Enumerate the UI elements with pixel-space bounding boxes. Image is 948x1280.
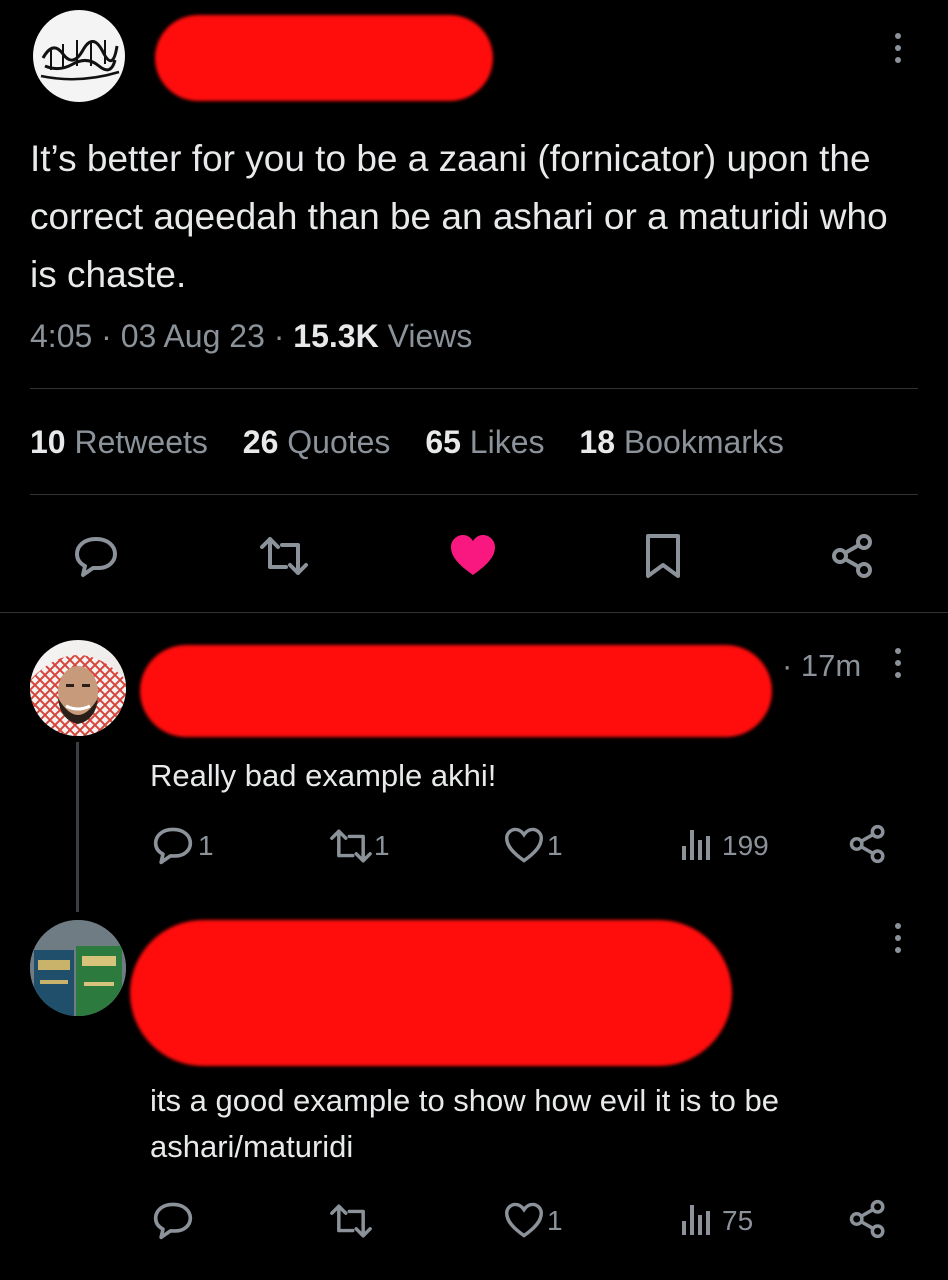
reply2-views-count: 75 bbox=[722, 1205, 754, 1236]
share-icon[interactable] bbox=[830, 533, 876, 579]
reply1-views-count: 199 bbox=[722, 830, 769, 861]
reply1-like-icon[interactable] bbox=[503, 826, 545, 864]
reply2-share-icon[interactable] bbox=[848, 1199, 888, 1239]
redacted-reply2-author bbox=[130, 920, 732, 1066]
tweet-time[interactable]: 4:05 bbox=[30, 318, 92, 354]
stat-retweets[interactable]: 10 Retweets bbox=[30, 424, 208, 460]
reply1-reply-icon[interactable] bbox=[152, 824, 194, 866]
tweet-date[interactable]: 03 Aug 23 bbox=[121, 318, 265, 354]
tweet-meta: 4:05 · 03 Aug 23 · 15.3K Views bbox=[30, 318, 473, 354]
reply2-views-icon[interactable] bbox=[680, 1201, 712, 1237]
reply1-views-icon[interactable] bbox=[680, 826, 712, 862]
author-avatar[interactable] bbox=[33, 10, 125, 102]
reply1-reply-count: 1 bbox=[198, 830, 214, 861]
divider-top bbox=[30, 388, 918, 389]
views-count: 15.3K bbox=[293, 318, 379, 354]
reply1-avatar[interactable] bbox=[30, 640, 126, 736]
engagement-stats: 10 Retweets 26 Quotes 65 Likes 18 Bookma… bbox=[30, 424, 810, 461]
reply1-text: Really bad example akhi! bbox=[150, 758, 497, 793]
reply-icon[interactable] bbox=[73, 533, 119, 579]
bookmark-icon[interactable] bbox=[645, 533, 681, 579]
reply2-reply-icon[interactable] bbox=[152, 1199, 194, 1241]
thread-connector-line bbox=[76, 742, 79, 912]
more-options-icon[interactable] bbox=[890, 30, 906, 66]
reply1-retweet-icon[interactable] bbox=[326, 826, 376, 866]
retweet-icon[interactable] bbox=[256, 533, 312, 579]
reply1-like-count: 1 bbox=[547, 830, 563, 861]
reply2-text: its a good example to show how evil it i… bbox=[150, 1083, 779, 1164]
reply2-retweet-icon[interactable] bbox=[326, 1201, 376, 1241]
reply1-share-icon[interactable] bbox=[848, 824, 888, 864]
shahada-logo-icon bbox=[40, 40, 120, 81]
reply1-more-options-icon[interactable] bbox=[890, 645, 906, 681]
views-label: Views bbox=[387, 318, 473, 354]
divider-actions bbox=[0, 612, 948, 613]
like-icon-filled[interactable] bbox=[449, 533, 497, 577]
reply1-time[interactable]: · 17m bbox=[782, 648, 861, 684]
redacted-reply1-author bbox=[140, 645, 772, 737]
reply2-more-options-icon[interactable] bbox=[890, 920, 906, 956]
stat-quotes[interactable]: 26 Quotes bbox=[243, 424, 391, 460]
reply2-like-icon[interactable] bbox=[503, 1201, 545, 1239]
stat-bookmarks[interactable]: 18 Bookmarks bbox=[579, 424, 784, 460]
stat-likes[interactable]: 65 Likes bbox=[425, 424, 544, 460]
tweet-text: It’s better for you to be a zaani (forni… bbox=[30, 138, 888, 295]
reply2-avatar[interactable] bbox=[30, 920, 126, 1016]
reply2-like-count: 1 bbox=[547, 1205, 563, 1236]
reply1-retweet-count: 1 bbox=[374, 830, 390, 861]
divider-stats bbox=[30, 494, 918, 495]
redacted-author-name bbox=[155, 15, 493, 101]
